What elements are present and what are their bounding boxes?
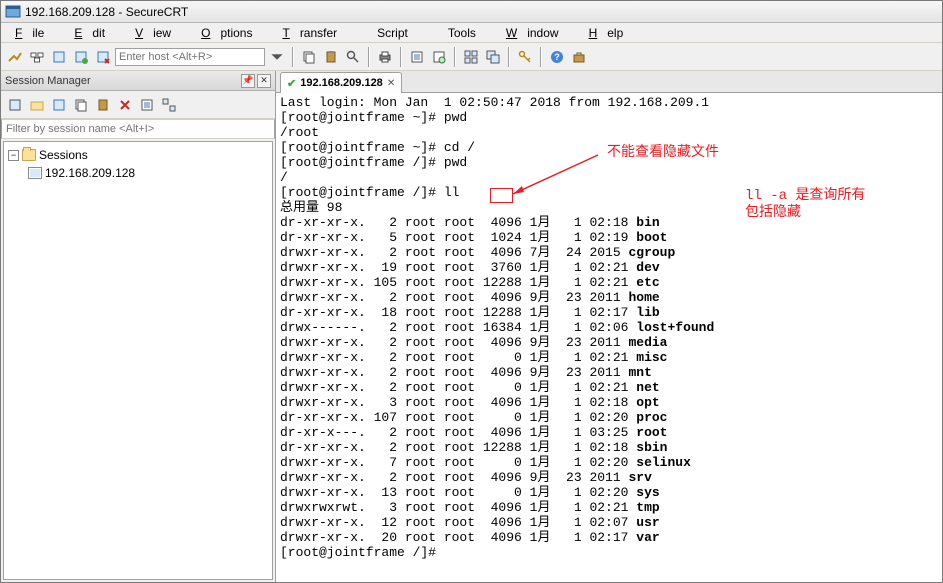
- tree-root-label: Sessions: [39, 148, 88, 162]
- key-icon[interactable]: [515, 47, 535, 67]
- tab-active[interactable]: ✔ 192.168.209.128 ✕: [280, 72, 402, 93]
- window-titlebar: 192.168.209.128 - SecureCRT: [1, 1, 942, 23]
- sm-properties-icon[interactable]: [137, 95, 157, 115]
- host-dropdown-icon[interactable]: [267, 47, 287, 67]
- host-input[interactable]: [115, 48, 265, 66]
- menu-edit[interactable]: Edit: [64, 24, 125, 42]
- quick-connect-icon[interactable]: [5, 47, 25, 67]
- tree-root[interactable]: − Sessions: [8, 146, 268, 164]
- session-filter-input[interactable]: [6, 123, 270, 135]
- session-filter[interactable]: [1, 119, 275, 139]
- pane-pin-icon[interactable]: 📌: [241, 74, 255, 88]
- menu-window[interactable]: Window: [496, 24, 579, 42]
- connect-icon[interactable]: [49, 47, 69, 67]
- sm-copy-icon[interactable]: [71, 95, 91, 115]
- session-tree[interactable]: − Sessions 192.168.209.128: [3, 141, 273, 580]
- menu-transfer[interactable]: Transfer: [272, 24, 357, 42]
- menu-script[interactable]: Script: [357, 24, 428, 42]
- find-icon[interactable]: [343, 47, 363, 67]
- menu-options[interactable]: Options: [191, 24, 272, 42]
- session-manager-title: Session Manager: [5, 75, 91, 87]
- reconnect-icon[interactable]: [71, 47, 91, 67]
- session-icon: [28, 167, 42, 179]
- tile-icon[interactable]: [461, 47, 481, 67]
- disconnect-icon[interactable]: [93, 47, 113, 67]
- app-icon: [5, 4, 21, 20]
- terminal-output[interactable]: Last login: Mon Jan 1 02:50:47 2018 from…: [276, 93, 942, 582]
- copy-icon[interactable]: [299, 47, 319, 67]
- main-toolbar: ?: [1, 43, 942, 71]
- cascade-icon[interactable]: [483, 47, 503, 67]
- menubar: File Edit View Options Transfer Script T…: [1, 23, 942, 43]
- svg-text:?: ?: [554, 52, 560, 62]
- tab-close-icon[interactable]: ✕: [387, 78, 395, 89]
- annotation-box: [490, 188, 513, 203]
- sm-arrange-icon[interactable]: [159, 95, 179, 115]
- tree-session-label: 192.168.209.128: [45, 166, 135, 180]
- menu-view[interactable]: View: [125, 24, 191, 42]
- sm-new-session-icon[interactable]: [5, 95, 25, 115]
- sm-connect-icon[interactable]: [49, 95, 69, 115]
- sm-paste-icon[interactable]: [93, 95, 113, 115]
- menu-tools[interactable]: Tools: [428, 24, 496, 42]
- sm-delete-icon[interactable]: [115, 95, 135, 115]
- session-manager-pane: Session Manager 📌 ✕ − Sessions: [1, 71, 276, 582]
- menu-help[interactable]: Help: [579, 24, 644, 42]
- session-manager-toolbar: [1, 91, 275, 119]
- toolbox-icon[interactable]: [569, 47, 589, 67]
- collapse-icon[interactable]: −: [8, 150, 19, 161]
- folder-icon: [22, 149, 36, 161]
- tab-strip: ✔ 192.168.209.128 ✕: [276, 71, 942, 93]
- tab-label: 192.168.209.128: [300, 77, 383, 89]
- properties-icon[interactable]: [407, 47, 427, 67]
- terminal-area: ✔ 192.168.209.128 ✕ Last login: Mon Jan …: [276, 71, 942, 582]
- window-title: 192.168.209.128 - SecureCRT: [25, 5, 188, 19]
- menu-file[interactable]: File: [5, 24, 64, 42]
- connected-icon: ✔: [287, 77, 296, 90]
- tree-session-item[interactable]: 192.168.209.128: [28, 164, 268, 182]
- sm-new-folder-icon[interactable]: [27, 95, 47, 115]
- sessions-icon[interactable]: [27, 47, 47, 67]
- paste-icon[interactable]: [321, 47, 341, 67]
- host-entry: [115, 47, 287, 67]
- pane-close-icon[interactable]: ✕: [257, 74, 271, 88]
- help-icon[interactable]: ?: [547, 47, 567, 67]
- print-icon[interactable]: [375, 47, 395, 67]
- session-options-icon[interactable]: [429, 47, 449, 67]
